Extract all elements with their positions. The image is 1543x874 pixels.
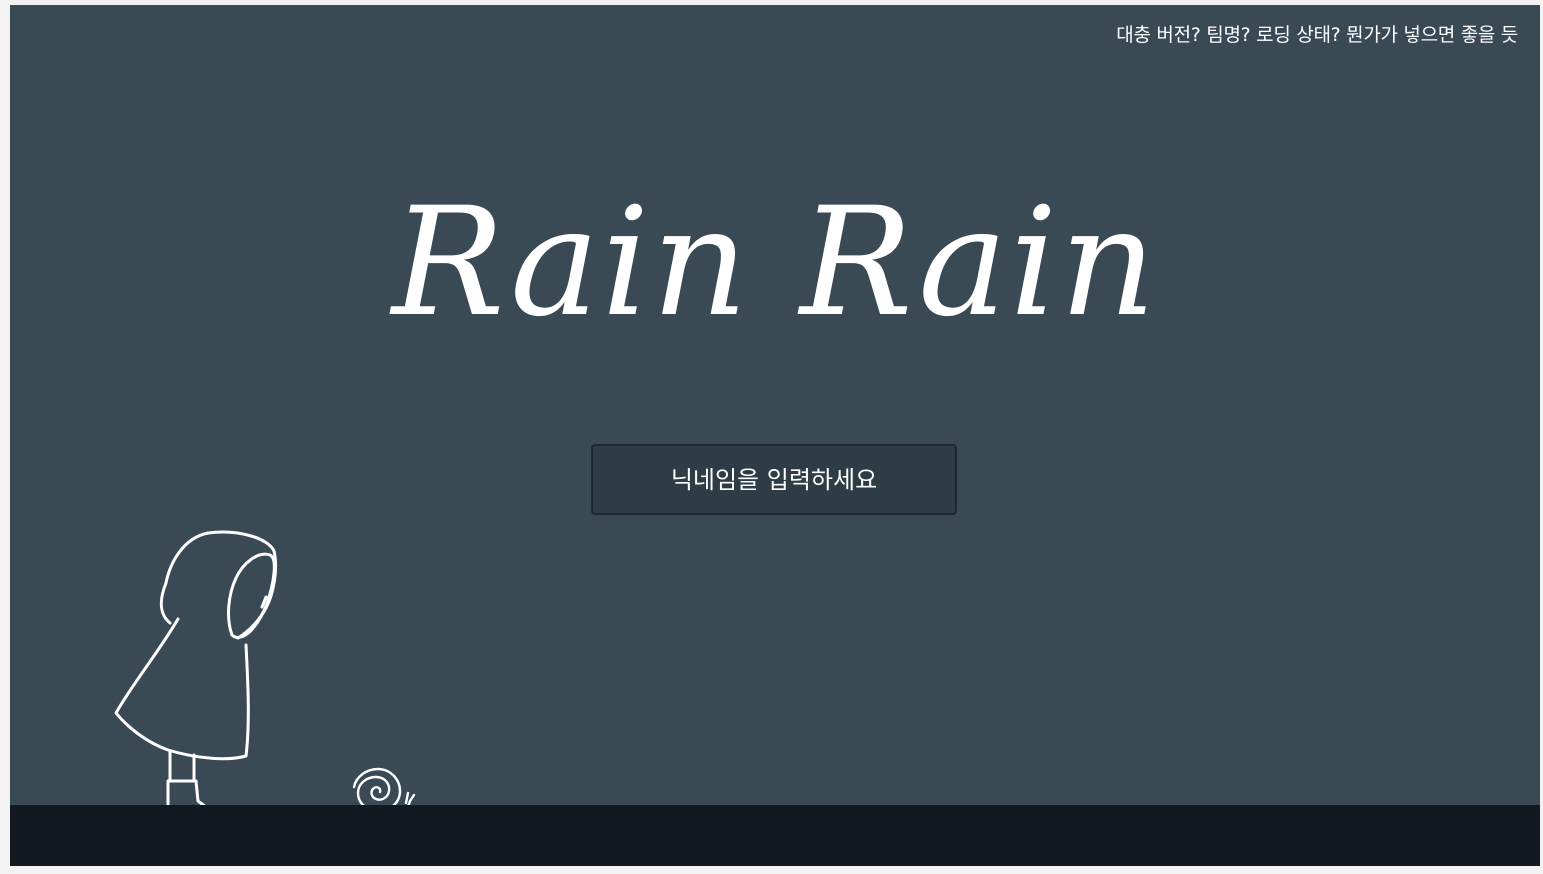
ground: [10, 805, 1540, 866]
game-screen: 대충 버전? 팀명? 로딩 상태? 뭔가가 넣으면 좋을 듯 Rain Rain: [10, 5, 1540, 866]
nickname-input[interactable]: [591, 444, 957, 515]
raincoat-child-icon: [114, 530, 278, 819]
game-title: Rain Rain: [391, 176, 1159, 350]
top-note: 대충 버전? 팀명? 로딩 상태? 뭔가가 넣으면 좋을 듯: [1116, 24, 1518, 46]
